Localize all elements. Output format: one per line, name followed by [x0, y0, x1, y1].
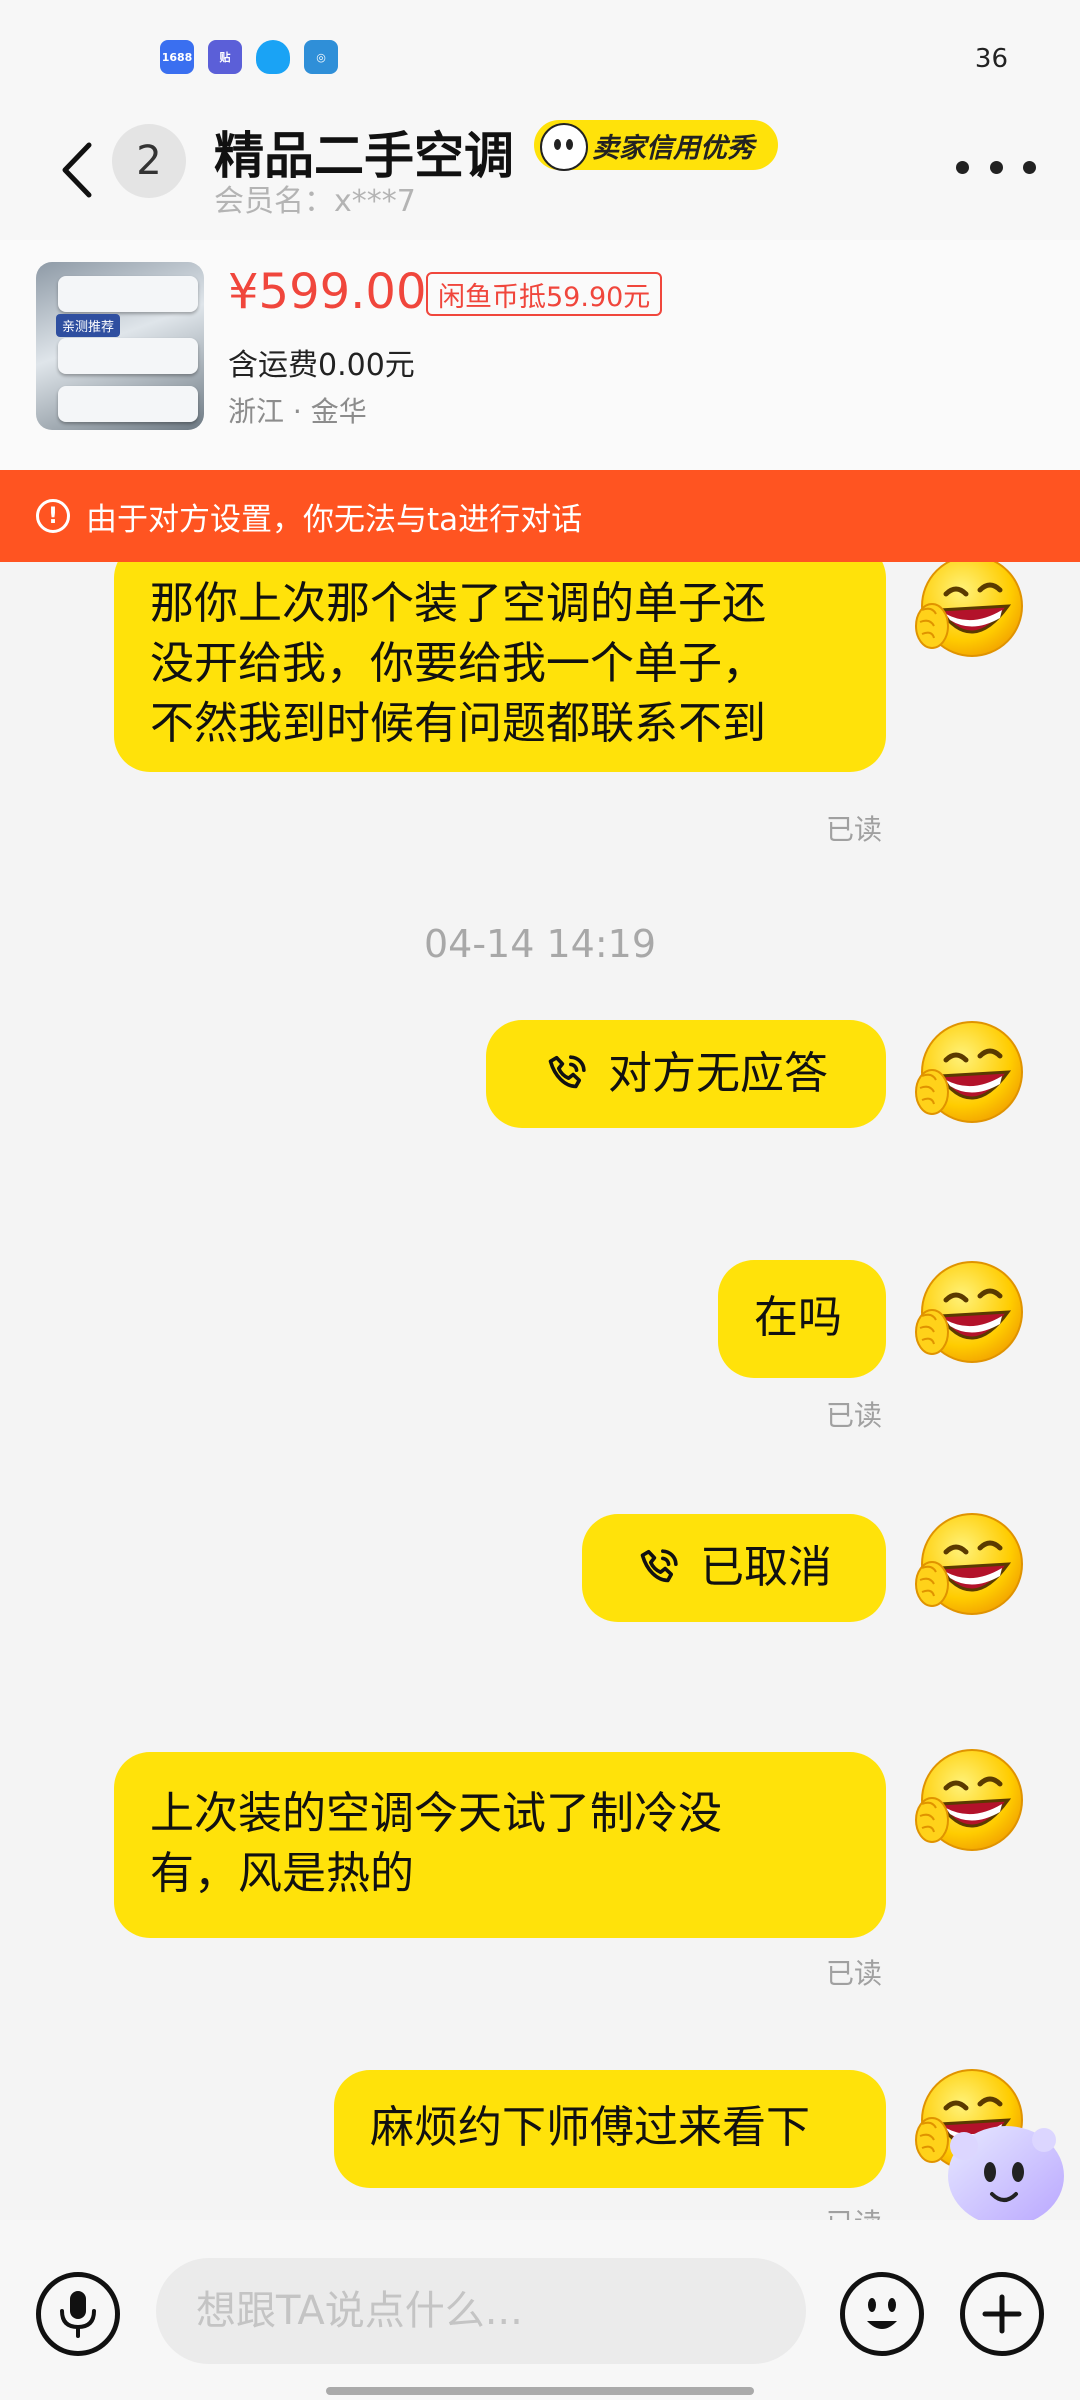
member-name: 会员名：x***7 [214, 184, 416, 219]
qq-icon [256, 40, 290, 74]
product-image-tag: 亲测推荐 [56, 314, 121, 337]
message-timestamp: 04-14 14:19 [423, 922, 656, 966]
product-card[interactable]: 亲测推荐 ¥599.00 闲鱼币抵59.90元 含运费0.00元 浙江 · 金华 [0, 240, 1080, 470]
user-avatar-icon[interactable] [910, 1506, 1030, 1626]
read-receipt: 已读 [826, 1399, 883, 1432]
message-bubble[interactable]: 在吗 [718, 1260, 886, 1378]
status-time: 36 [974, 44, 1008, 74]
phone-call-icon [548, 1055, 586, 1089]
ac-unit-shape [58, 276, 198, 312]
more-dot-icon [989, 160, 1003, 174]
more-dot-icon [956, 160, 969, 174]
seller-credit-badge[interactable]: 卖家信用优秀 [534, 120, 778, 171]
read-receipt: 已读 [826, 1957, 883, 1990]
ac-unit-shape [58, 386, 198, 422]
voice-input-button[interactable] [36, 2272, 120, 2356]
message-line: 有，风是热的 [150, 1848, 414, 1899]
app-tie-icon: 贴 [208, 40, 242, 74]
more-actions-button[interactable] [960, 2272, 1044, 2356]
message-line: 麻烦约下师傅过来看下 [370, 2102, 810, 2153]
more-dot-icon [1023, 160, 1036, 174]
microphone-icon [60, 2291, 96, 2338]
call-record-bubble[interactable]: 对方无应答 [486, 1020, 886, 1128]
shipping-fee: 含运费0.00元 [228, 348, 415, 383]
more-options-button[interactable] [956, 142, 1036, 192]
exclamation-circle-icon: ! [36, 499, 70, 533]
warning-text: 由于对方设置，你无法与ta进行对话 [86, 501, 583, 538]
app-camera-icon: ◎ [304, 40, 338, 74]
product-location: 浙江 · 金华 [228, 395, 367, 428]
user-avatar-icon[interactable] [910, 1742, 1030, 1862]
product-image[interactable]: 亲测推荐 [36, 262, 204, 430]
plus-icon [982, 2294, 1022, 2334]
message-bubble[interactable]: 那你上次那个装了空调的单子还 没开给我，你要给我一个单子， 不然我到时候有问题都… [114, 562, 886, 772]
coin-offset-tag: 闲鱼币抵59.90元 [426, 272, 663, 316]
status-bar: 1688 贴 ◎ 36 [0, 0, 1080, 110]
smile-face-icon [867, 2298, 897, 2329]
message-line: 没开给我，你要给我一个单子， [150, 638, 766, 689]
xianyu-face-icon [540, 123, 588, 171]
message-line: 那你上次那个装了空调的单子还 [150, 578, 766, 629]
unread-count-badge[interactable]: 2 [112, 124, 186, 198]
message-bubble[interactable]: 麻烦约下师傅过来看下 [334, 2070, 886, 2188]
user-avatar-icon[interactable] [910, 562, 1030, 668]
message-line: 不然我到时候有问题都联系不到 [150, 698, 766, 749]
home-indicator[interactable] [326, 2387, 754, 2395]
emoji-button[interactable] [840, 2272, 924, 2356]
product-price: ¥599.00 [228, 264, 427, 320]
call-record-bubble[interactable]: 已取消 [582, 1514, 886, 1622]
message-list[interactable]: 那你上次那个装了空调的单子还 没开给我，你要给我一个单子， 不然我到时候有问题都… [0, 562, 1080, 2220]
read-receipt: 已读 [826, 2202, 882, 2220]
user-avatar-icon[interactable] [910, 1254, 1030, 1374]
blocked-warning-bar: ! 由于对方设置，你无法与ta进行对话 [0, 470, 1080, 562]
message-line: 在吗 [754, 1292, 842, 1343]
status-app-icons: 1688 贴 ◎ [160, 40, 338, 74]
chat-header: 2 精品二手空调 卖家信用优秀 会员名：x***7 [0, 110, 1080, 240]
back-button[interactable] [46, 130, 106, 210]
ac-unit-shape [58, 338, 198, 374]
read-receipt: 已读 [826, 813, 883, 846]
back-arrow-icon [62, 142, 92, 198]
user-avatar-icon[interactable] [910, 1014, 1030, 1134]
phone-call-icon [640, 1549, 678, 1583]
app-1688-icon: 1688 [160, 40, 194, 74]
seller-credit-label: 卖家信用优秀 [592, 132, 754, 164]
call-record-label: 对方无应答 [608, 1048, 828, 1099]
assistant-mascot-icon[interactable] [934, 2110, 1074, 2220]
message-line: 上次装的空调今天试了制冷没 [150, 1788, 722, 1839]
message-input[interactable] [156, 2258, 806, 2364]
call-record-label: 已取消 [700, 1542, 832, 1593]
message-bubble[interactable]: 上次装的空调今天试了制冷没 有，风是热的 [114, 1752, 886, 1938]
input-bar [0, 2220, 1080, 2400]
